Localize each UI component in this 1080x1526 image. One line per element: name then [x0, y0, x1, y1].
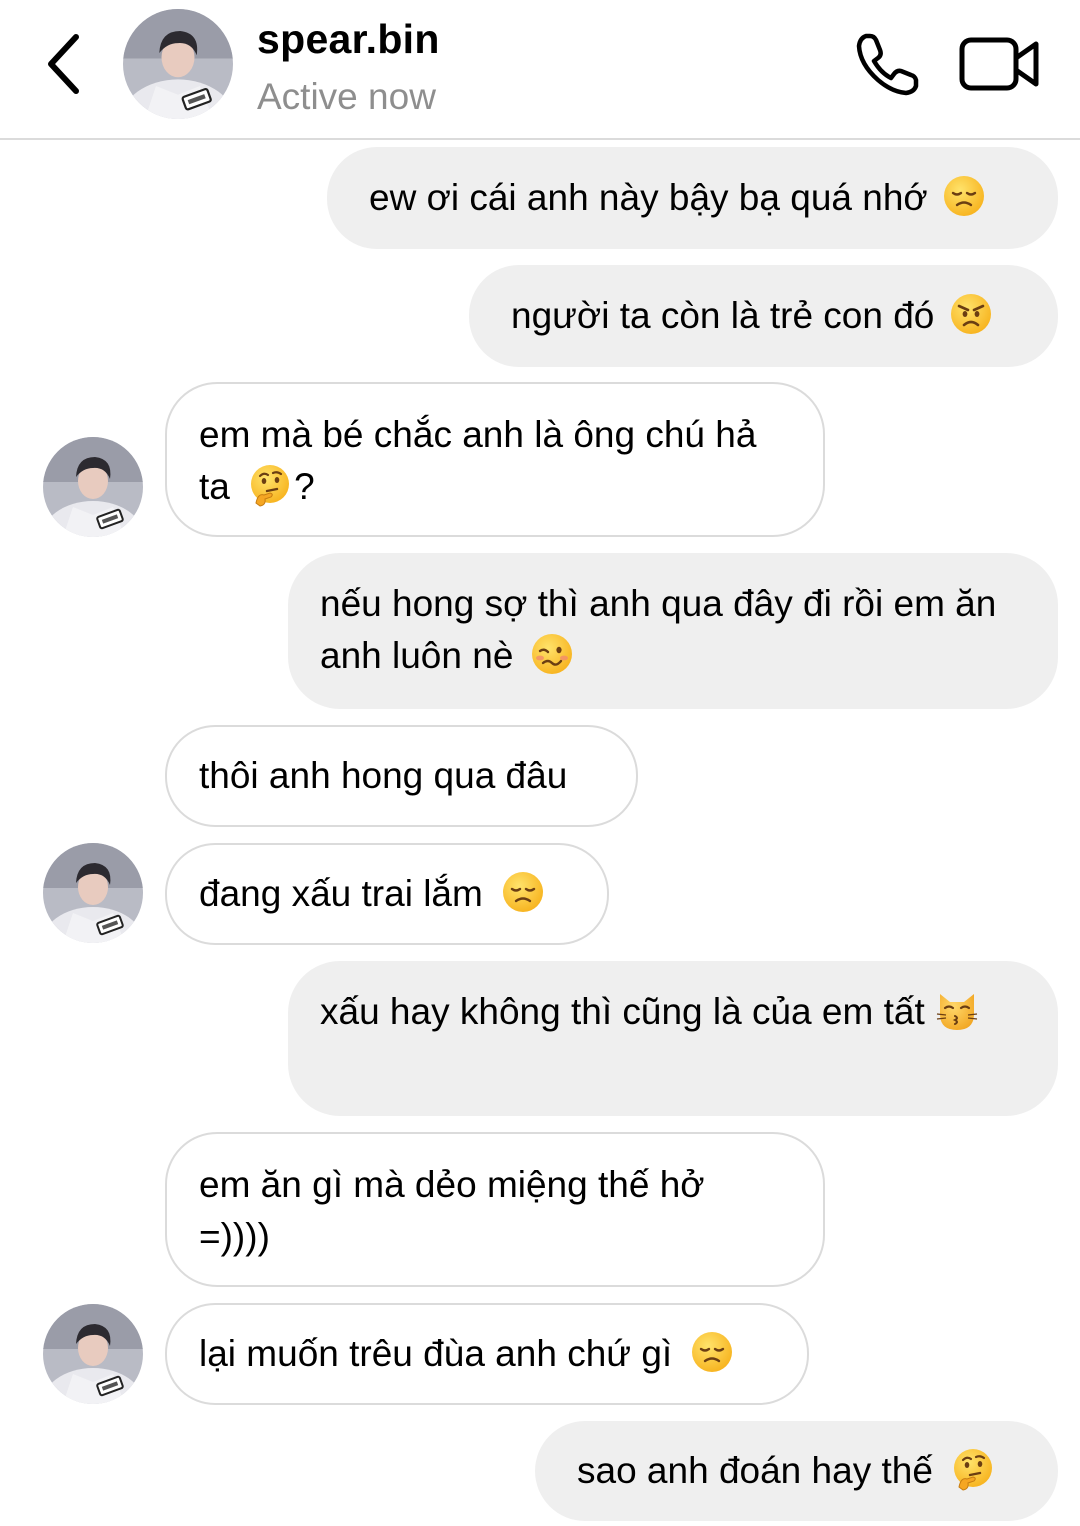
incoming-message[interactable]: em mà bé chắc anh là ông chú hả ta ?	[165, 382, 825, 537]
outgoing-message[interactable]: xấu hay không thì cũng là của em tất	[288, 961, 1058, 1116]
kissing-cat-emoji-icon	[935, 988, 979, 1032]
outgoing-message[interactable]: người ta còn là trẻ con đó	[469, 265, 1058, 367]
message-text: đang xấu trai lắm	[199, 873, 483, 914]
back-button[interactable]	[34, 28, 94, 100]
message-text-suffix: ?	[294, 466, 315, 507]
outgoing-message[interactable]: ew ơi cái anh này bậy bạ quá nhớ	[327, 147, 1058, 249]
sender-avatar[interactable]	[43, 437, 143, 537]
profile-photo	[43, 437, 143, 537]
disappointed-face-emoji-icon	[690, 1330, 734, 1374]
chevron-left-icon	[48, 34, 79, 94]
message-text: lại muốn trêu đùa anh chứ gì	[199, 1333, 673, 1374]
thinking-face-emoji-icon	[951, 1447, 995, 1491]
message-text: sao anh đoán hay thế	[577, 1450, 933, 1491]
phone-icon	[856, 33, 919, 96]
incoming-message[interactable]: đang xấu trai lắm	[165, 843, 609, 945]
incoming-message[interactable]: em ăn gì mà dẻo miệng thế hở =))))	[165, 1132, 825, 1287]
disappointed-face-emoji-icon	[942, 174, 986, 218]
video-camera-icon	[959, 37, 1039, 91]
message-text: nếu hong sợ thì anh qua đây đi rồi em ăn…	[320, 583, 997, 676]
video-call-button[interactable]	[958, 34, 1042, 94]
message-text: xấu hay không thì cũng là của em tất	[320, 991, 925, 1032]
outgoing-message[interactable]: sao anh đoán hay thế	[535, 1421, 1058, 1521]
message-text: người ta còn là trẻ con đó	[511, 295, 935, 336]
avatar[interactable]	[123, 9, 233, 119]
chat-header: spear.bin Active now	[0, 0, 1080, 140]
active-status: Active now	[257, 76, 436, 117]
profile-photo	[43, 1304, 143, 1404]
incoming-message[interactable]: lại muốn trêu đùa anh chứ gì	[165, 1303, 809, 1405]
audio-call-button[interactable]	[852, 30, 922, 100]
message-text: em ăn gì mà dẻo miệng thế hở =))))	[199, 1164, 705, 1257]
sender-avatar[interactable]	[43, 1304, 143, 1404]
message-text: thôi anh hong qua đâu	[199, 755, 568, 796]
incoming-message[interactable]: thôi anh hong qua đâu	[165, 725, 638, 827]
contact-name[interactable]: spear.bin	[257, 16, 440, 63]
angry-face-emoji-icon	[949, 292, 993, 336]
thinking-face-emoji-icon	[248, 463, 292, 507]
disappointed-face-emoji-icon	[501, 870, 545, 914]
woozy-face-emoji-icon	[530, 632, 574, 676]
sender-avatar[interactable]	[43, 843, 143, 943]
profile-photo	[43, 843, 143, 943]
profile-photo	[123, 9, 233, 119]
message-text: ew ơi cái anh này bậy bạ quá nhớ	[369, 177, 928, 218]
outgoing-message[interactable]: nếu hong sợ thì anh qua đây đi rồi em ăn…	[288, 553, 1058, 709]
